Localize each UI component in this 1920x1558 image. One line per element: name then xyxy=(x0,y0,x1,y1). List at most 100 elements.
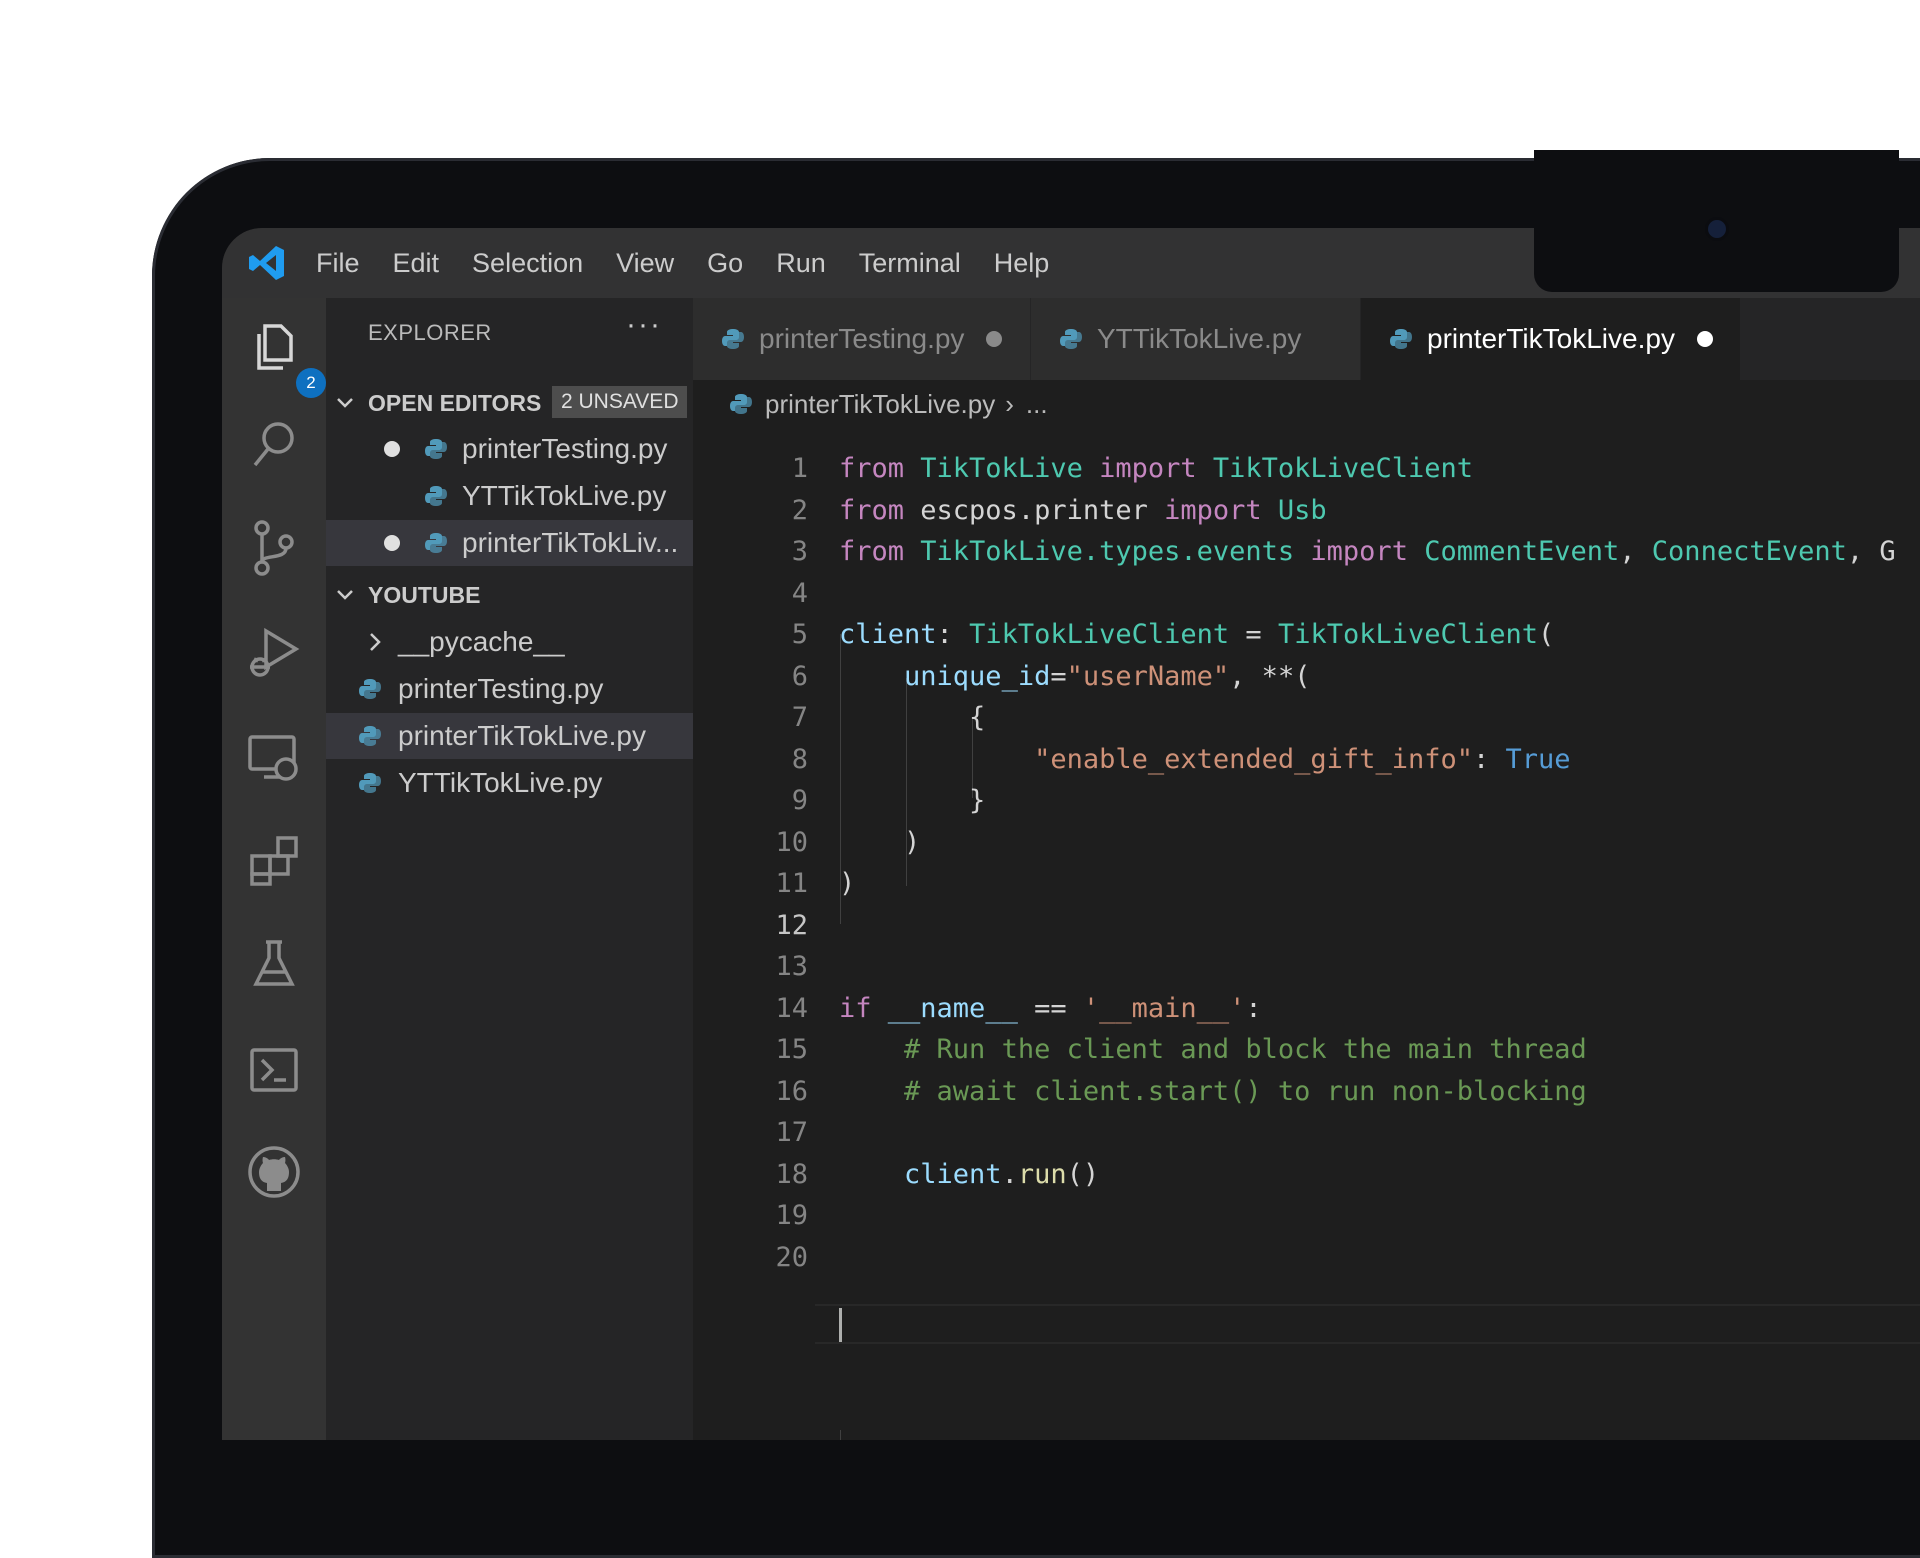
terminal-icon[interactable] xyxy=(244,1040,304,1100)
code-line[interactable]: 13 xyxy=(693,946,1920,987)
explorer-badge: 2 xyxy=(296,368,326,398)
code-line[interactable]: 15 # Run the client and block the main t… xyxy=(693,1029,1920,1070)
menu-run[interactable]: Run xyxy=(776,248,826,279)
line-number: 3 xyxy=(791,536,808,567)
code-text: ) xyxy=(839,868,856,899)
tab-printer-tiktok-live[interactable]: printerTikTokLive.py xyxy=(1361,298,1741,380)
vscode-window: File Edit Selection View Go Run Terminal… xyxy=(222,228,1920,1440)
open-editor-item[interactable]: printerTesting.py xyxy=(326,426,693,472)
line-number: 5 xyxy=(791,619,808,650)
unsaved-dot-icon[interactable] xyxy=(384,535,400,551)
code-text: client: TikTokLiveClient = TikTokLiveCli… xyxy=(839,619,1555,650)
line-number: 4 xyxy=(791,577,808,609)
search-icon[interactable] xyxy=(244,414,304,474)
code-line[interactable]: 7 { xyxy=(693,697,1920,738)
remote-explorer-icon[interactable] xyxy=(244,728,304,788)
run-debug-icon[interactable] xyxy=(244,623,304,683)
menu-help[interactable]: Help xyxy=(994,248,1050,279)
activity-bar: 2 xyxy=(222,298,326,1440)
line-number: 17 xyxy=(775,1117,808,1148)
open-editor-item[interactable]: YTTikTokLive.py xyxy=(326,473,693,519)
line-number: 12 xyxy=(775,909,808,941)
menu-view[interactable]: View xyxy=(616,248,674,279)
code-text: { xyxy=(839,702,986,733)
code-text: } xyxy=(839,785,986,816)
code-line[interactable]: 10 ) xyxy=(693,822,1920,863)
folder-header[interactable]: YOUTUBE xyxy=(326,572,693,618)
code-text: from TikTokLive import TikTokLiveClient xyxy=(839,453,1473,484)
code-line[interactable]: 17 xyxy=(693,1112,1920,1153)
tab-printer-testing[interactable]: printerTesting.py xyxy=(693,298,1031,380)
testing-flask-icon[interactable] xyxy=(244,934,304,994)
code-line[interactable]: 1 from TikTokLive import TikTokLiveClient xyxy=(693,448,1920,489)
sidebar-title: EXPLORER xyxy=(368,320,492,345)
file-item-name: printerTikTokLive.py xyxy=(398,720,646,751)
breadcrumb-separator-icon: › xyxy=(1005,388,1014,419)
code-text: "enable_extended_gift_info": True xyxy=(1034,743,1571,775)
open-editors-header[interactable]: OPEN EDITORS 2 UNSAVED xyxy=(326,380,693,426)
tab-label: printerTikTokLive.py xyxy=(1427,323,1675,354)
file-item[interactable]: printerTesting.py xyxy=(326,666,693,712)
code-text: client.run() xyxy=(904,1158,1100,1190)
code-line[interactable]: 14 if __name__ == '__main__': xyxy=(693,988,1920,1029)
python-file-icon xyxy=(425,533,447,553)
code-line[interactable]: 2 from escpos.printer import Usb xyxy=(693,490,1920,531)
menu-terminal[interactable]: Terminal xyxy=(859,248,961,279)
menu-file[interactable]: File xyxy=(316,248,360,279)
code-line[interactable]: 16 # await client.start() to run non-blo… xyxy=(693,1071,1920,1112)
line-number: 10 xyxy=(775,826,808,858)
explorer-icon[interactable]: 2 xyxy=(244,316,326,398)
folder-item[interactable]: __pycache__ xyxy=(326,619,693,665)
line-number: 7 xyxy=(791,702,808,733)
menu-go[interactable]: Go xyxy=(707,248,743,279)
tab-yt-tiktok-live[interactable]: YTTikTokLive.py xyxy=(1031,298,1361,380)
code-line[interactable]: 5 client: TikTokLiveClient = TikTokLiveCl… xyxy=(693,614,1920,655)
file-item-selected[interactable]: printerTikTokLive.py xyxy=(326,713,693,759)
unsaved-dot-icon[interactable] xyxy=(1696,331,1713,347)
code-line[interactable]: 18 client.run() xyxy=(693,1154,1920,1195)
code-editor[interactable]: 1 from TikTokLive import TikTokLiveClient… xyxy=(693,428,1920,1440)
code-line[interactable]: 9 } xyxy=(693,780,1920,821)
source-control-icon[interactable] xyxy=(244,518,304,578)
python-file-icon xyxy=(425,439,447,459)
code-line[interactable]: 6 unique_id="userName", **( xyxy=(693,656,1920,697)
open-editor-name: printerTesting.py xyxy=(462,433,668,464)
file-item-name: YTTikTokLive.py xyxy=(398,767,603,798)
editor-tabs: printerTesting.py YTTikTokLive.py printe… xyxy=(693,298,1920,380)
current-line-highlight xyxy=(815,1304,1920,1344)
more-actions-icon[interactable]: ··· xyxy=(626,308,662,342)
open-editor-name: YTTikTokLive.py xyxy=(462,480,667,511)
folder-item-name: __pycache__ xyxy=(398,626,565,657)
breadcrumb-symbol[interactable]: ... xyxy=(1026,389,1048,420)
unsaved-badge: 2 UNSAVED xyxy=(552,386,688,418)
code-text: if __name__ == '__main__': xyxy=(839,992,1262,1024)
open-editor-item-active[interactable]: printerTikTokLiv... xyxy=(326,520,693,566)
code-text: # await client.start() to run non-blocki… xyxy=(904,1075,1587,1107)
code-line[interactable]: 3 from TikTokLive.types.events import Com… xyxy=(693,531,1920,572)
code-line[interactable]: 11) xyxy=(693,863,1920,904)
file-item[interactable]: YTTikTokLive.py xyxy=(326,760,693,806)
code-line[interactable]: 20 xyxy=(693,1237,1920,1278)
python-file-icon xyxy=(359,726,381,746)
open-editor-name: printerTikTokLiv... xyxy=(462,527,679,558)
chevron-down-icon xyxy=(337,590,353,600)
line-number: 11 xyxy=(775,868,808,899)
code-line[interactable]: 12 xyxy=(693,905,1920,946)
menu-edit[interactable]: Edit xyxy=(393,248,440,279)
python-file-icon xyxy=(359,773,381,793)
code-line[interactable]: 4 xyxy=(693,573,1920,614)
vscode-logo-icon xyxy=(236,238,298,288)
breadcrumb-file[interactable]: printerTikTokLive.py xyxy=(765,389,995,420)
unsaved-dot-icon[interactable] xyxy=(986,331,1003,347)
text-cursor xyxy=(839,1308,842,1342)
menu-selection[interactable]: Selection xyxy=(472,248,583,279)
extensions-icon[interactable] xyxy=(244,830,304,890)
github-icon[interactable] xyxy=(244,1142,304,1202)
code-line[interactable]: 19 xyxy=(693,1195,1920,1236)
python-file-icon xyxy=(730,394,752,414)
unsaved-dot-icon[interactable] xyxy=(384,441,400,457)
code-text: unique_id="userName", **( xyxy=(904,660,1311,692)
code-text: ) xyxy=(839,826,921,858)
line-number: 16 xyxy=(775,1075,808,1107)
code-line[interactable]: 8 "enable_extended_gift_info": True xyxy=(693,739,1920,780)
